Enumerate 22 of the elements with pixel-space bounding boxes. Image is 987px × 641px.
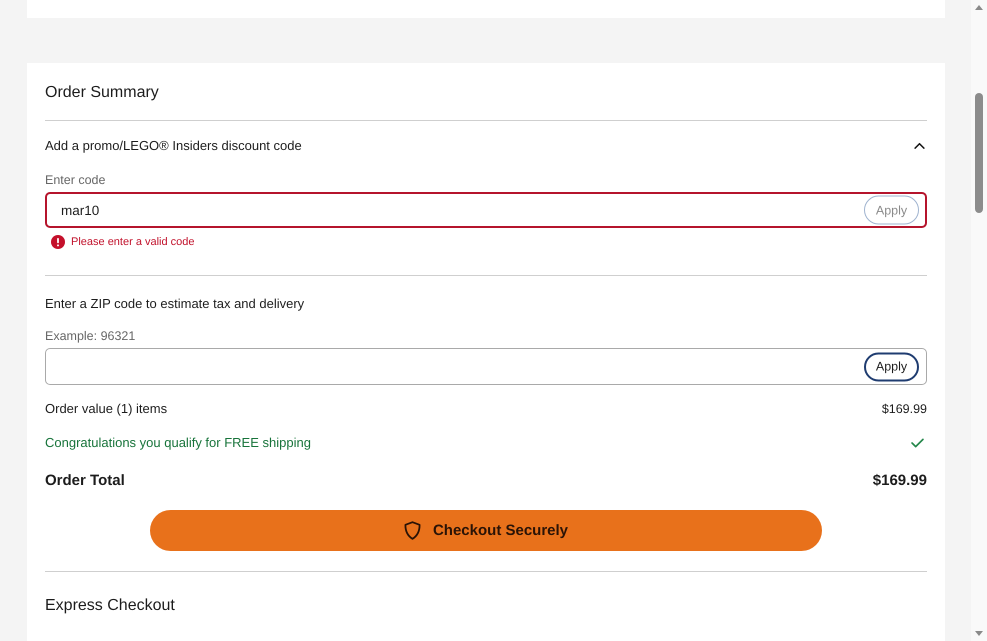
error-icon (51, 235, 65, 249)
check-icon (911, 438, 924, 448)
scrollbar-thumb[interactable] (975, 93, 983, 213)
section-title: Express Checkout (45, 597, 176, 615)
field-label: Example: 96321 (45, 329, 136, 343)
section-title: Order Summary (45, 84, 160, 102)
chevron-up-icon[interactable] (914, 142, 925, 148)
scroll-down-icon[interactable] (975, 631, 983, 636)
promo-toggle[interactable]: Add a promo/LEGO® Insiders discount code (45, 121, 927, 169)
line-label: Order value (1) items (45, 401, 168, 417)
scroll-up-icon[interactable] (975, 5, 983, 10)
shield-icon (404, 521, 421, 540)
scrollbar[interactable] (971, 0, 987, 641)
shipping-notice: Congratulations you qualify for FREE shipping (45, 435, 311, 451)
total-amount: $169.99 (872, 471, 927, 491)
checkout-button[interactable]: Checkout Securely (150, 510, 822, 551)
field-label: Enter code (45, 173, 106, 187)
error-message: Please enter a valid code (71, 235, 195, 249)
line-amount: $169.99 (882, 401, 927, 417)
zip-code-input[interactable] (45, 348, 927, 385)
zip-heading: Enter a ZIP code to estimate tax and delivery (45, 296, 306, 312)
total-label: Order Total (45, 471, 125, 491)
